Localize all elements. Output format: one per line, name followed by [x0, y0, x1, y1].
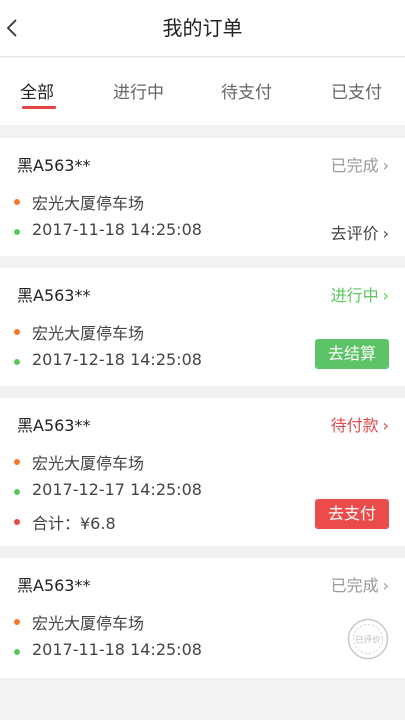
order-card[interactable]: 黑A563** 待付款 › 宏光大厦停车场 2017-12-17 14:25:08…	[0, 398, 405, 546]
plate-number: 黑A563**	[17, 286, 91, 305]
order-time: 2017-12-18 14:25:08	[32, 350, 202, 369]
status-label: 已完成	[330, 576, 379, 595]
page-title: 我的订单	[162, 16, 243, 40]
order-card[interactable]: 黑A563** 进行中 › 宏光大厦停车场 2017-12-18 14:25:08…	[0, 268, 405, 386]
status-label: 已完成	[330, 156, 379, 175]
review-label: 去评价	[330, 224, 379, 243]
chevron-right-icon: ›	[382, 416, 389, 435]
order-total: 合计：¥6.8	[32, 514, 116, 533]
order-status[interactable]: 待付款 ›	[331, 412, 389, 436]
location-dot-icon	[14, 459, 20, 465]
status-label: 待付款	[330, 416, 379, 435]
parking-location: 宏光大厦停车场	[32, 324, 145, 343]
order-time: 2017-11-18 14:25:08	[32, 640, 202, 659]
plate-number: 黑A563**	[17, 576, 91, 595]
order-card[interactable]: 黑A563** 已完成 › 宏光大厦停车场 2017-11-18 14:25:08…	[0, 558, 405, 678]
chevron-right-icon: ›	[382, 224, 389, 243]
order-status[interactable]: 已完成 ›	[331, 152, 389, 176]
total-dot-icon	[14, 519, 20, 525]
tab-in-progress[interactable]: 进行中	[113, 78, 164, 103]
time-dot-icon	[14, 359, 20, 365]
time-dot-icon	[14, 489, 20, 495]
tab-all[interactable]: 全部	[20, 78, 54, 103]
chevron-right-icon: ›	[382, 156, 389, 175]
stamp-label: 已评价	[355, 636, 381, 646]
order-time: 2017-12-17 14:25:08	[32, 480, 202, 499]
settle-button[interactable]: 去结算	[315, 339, 389, 369]
parking-location: 宏光大厦停车场	[32, 614, 145, 633]
order-status[interactable]: 进行中 ›	[331, 282, 389, 306]
location-dot-icon	[14, 619, 20, 625]
parking-location: 宏光大厦停车场	[32, 194, 145, 213]
plate-number: 黑A563**	[17, 416, 91, 435]
tab-bar: 全部 进行中 待支付 已支付	[0, 58, 405, 125]
status-label: 进行中	[330, 286, 379, 305]
active-tab-indicator	[22, 106, 56, 109]
order-status[interactable]: 已完成 ›	[331, 572, 389, 596]
reviewed-stamp-icon: 已评价	[347, 618, 389, 660]
tab-pending-payment[interactable]: 待支付	[221, 78, 272, 103]
location-dot-icon	[14, 199, 20, 205]
pay-button[interactable]: 去支付	[315, 499, 389, 529]
review-link[interactable]: 去评价 ›	[331, 220, 389, 244]
tab-paid[interactable]: 已支付	[331, 78, 382, 103]
time-dot-icon	[14, 229, 20, 235]
header: 我的订单	[0, 0, 405, 57]
time-dot-icon	[14, 649, 20, 655]
order-time: 2017-11-18 14:25:08	[32, 220, 202, 239]
chevron-right-icon: ›	[382, 576, 389, 595]
parking-location: 宏光大厦停车场	[32, 454, 145, 473]
plate-number: 黑A563**	[17, 156, 91, 175]
chevron-right-icon: ›	[382, 286, 389, 305]
order-card[interactable]: 黑A563** 已完成 › 宏光大厦停车场 2017-11-18 14:25:08…	[0, 138, 405, 256]
location-dot-icon	[14, 329, 20, 335]
